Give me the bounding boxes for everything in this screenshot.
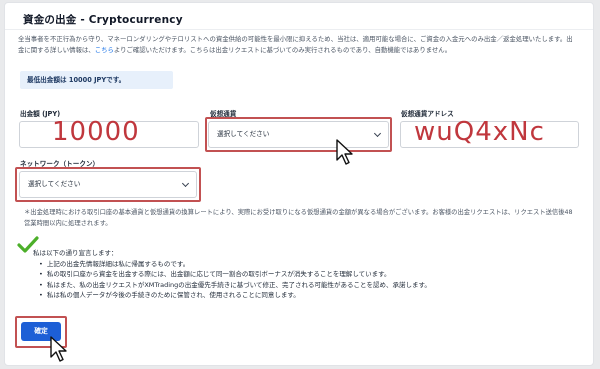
description-text-2: よりご確認いただけます。こちらは出金リクエストに基づいてのみ実行されるものであり… [113,45,452,54]
details-link[interactable]: こちら [95,46,114,54]
declaration-list: 上記の出金先情報詳細は私に帰属するものです。 私の取引口座から資金を出金する際に… [39,259,553,301]
page-title: 資金の出金 - Cryptocurrency [23,14,183,26]
currency-highlight-frame [205,117,392,152]
declaration-item: 私は私の個人データが今後の手続きのために保管され、使用されることに同意します。 [39,290,553,301]
declaration-item: 私の取引口座から資金を出金する際には、出金額に応じて同一割合の取引ボーナスが消失… [39,269,553,280]
declaration-intro: 私は以下の通り宣言します： [33,249,118,257]
min-amount-notice: 最低出金額は 10000 JPYです。 [20,71,173,89]
pointer-cursor-icon [50,336,67,362]
network-highlight-frame [15,167,201,202]
declaration-block: 私は以下の通り宣言します： 上記の出金先情報詳細は私に帰属するものです。 私の取… [33,248,553,301]
amount-value: 10000 [52,117,140,147]
description: 全当事者を不正行為から守り、マネーロンダリングやテロリストへの資金供給の可能性を… [18,34,578,55]
declaration-item: 上記の出金先情報詳細は私に帰属するものです。 [39,259,553,270]
declaration-item: 私はまた、私の出金リクエストがXMTradingの出金優先手続きに基づいて修正、… [39,280,553,291]
address-value: wuQ4xNc [414,117,545,147]
title-divider [5,29,593,30]
conversion-note: ＊出金処理時における取引口座の基本通貨と仮想通貨の換算レートにより、実際にお受け… [24,209,573,227]
pointer-cursor-icon [336,139,353,165]
